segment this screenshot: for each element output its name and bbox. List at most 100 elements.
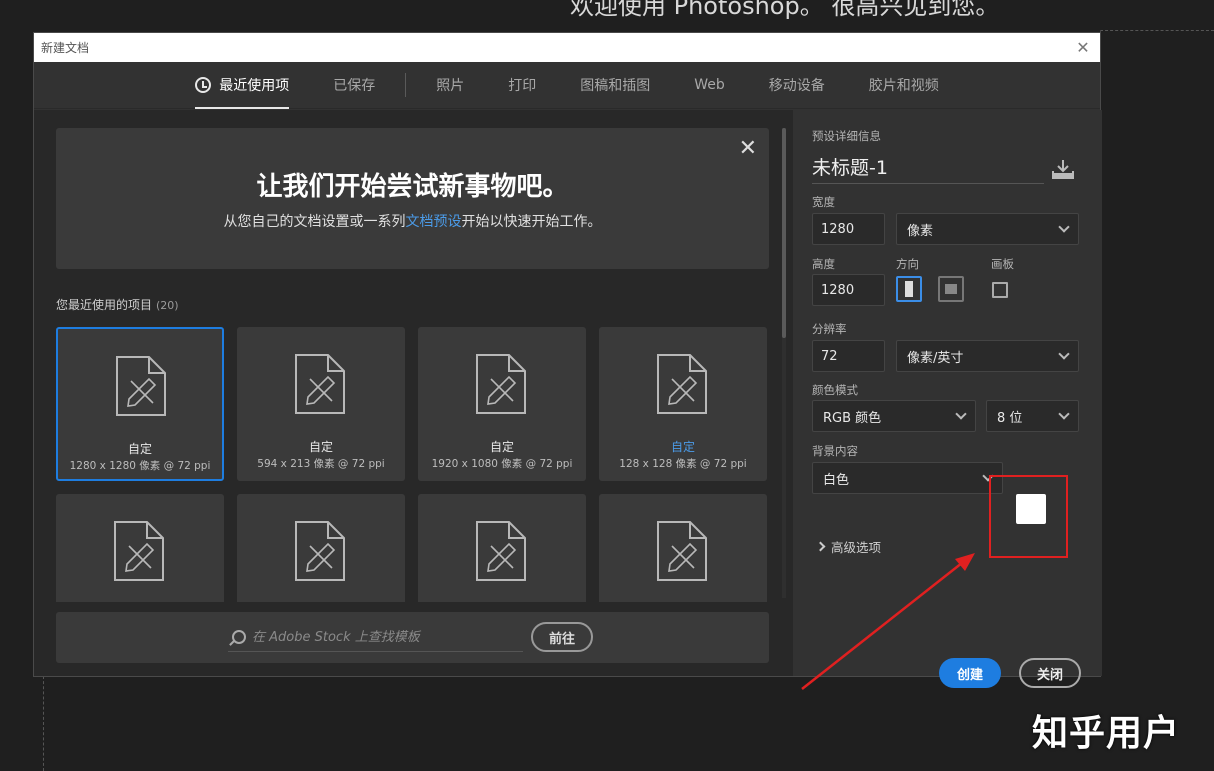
- welcome-text-after: 开始以快速开始工作。: [461, 214, 602, 230]
- tab-print[interactable]: 打印: [486, 62, 558, 109]
- welcome-title: 让我们开始尝试新事物吧。: [256, 172, 569, 202]
- advanced-options-label: 高级选项: [831, 540, 882, 555]
- orientation-label: 方向: [896, 257, 919, 271]
- recent-item[interactable]: 自定 128 x 128 像素 @ 72 ppi: [599, 327, 767, 481]
- recent-label-text: 您最近使用的项目: [56, 298, 153, 312]
- recent-item[interactable]: [56, 494, 224, 602]
- preset-tabs: 最近使用项 已保存 照片 打印 图稿和插图 Web 移动设备 胶片和视频: [34, 62, 1100, 109]
- item-info: 128 x 128 像素 @ 72 ppi: [619, 458, 747, 470]
- tab-art-illustration[interactable]: 图稿和插图: [558, 62, 672, 109]
- resolution-input[interactable]: 72: [812, 340, 885, 372]
- canvas-edge-top: [1100, 30, 1214, 31]
- close-button[interactable]: 关闭: [1019, 658, 1081, 688]
- watermark: 知乎用户: [1031, 713, 1180, 754]
- document-icon: [295, 354, 345, 414]
- recent-item[interactable]: 自定 594 x 213 像素 @ 72 ppi: [237, 327, 405, 481]
- portrait-icon: [905, 281, 913, 297]
- annotation-highlight-box: [989, 475, 1068, 558]
- landscape-orientation-button[interactable]: [938, 276, 964, 302]
- preset-details-panel: 预设详细信息 未标题-1 宽度 1280 像素 高度 1280 方向 画板 分辨…: [793, 110, 1102, 688]
- recent-item[interactable]: 自定 1920 x 1080 像素 @ 72 ppi: [418, 327, 586, 481]
- document-icon: [657, 521, 707, 581]
- bit-depth-select[interactable]: 8 位: [986, 400, 1079, 432]
- recent-items-label: 您最近使用的项目 (20): [56, 296, 179, 313]
- dialog-title: 新建文档: [41, 41, 90, 55]
- artboard-checkbox[interactable]: [992, 282, 1008, 298]
- item-name: 自定: [127, 442, 152, 456]
- resolution-unit-value: 像素/英寸: [907, 350, 964, 366]
- chevron-right-icon: [815, 541, 826, 552]
- background-contents-label: 背景内容: [812, 444, 858, 458]
- recent-item[interactable]: [418, 494, 586, 602]
- document-icon: [295, 521, 345, 581]
- tab-photo[interactable]: 照片: [414, 62, 486, 109]
- background-contents-value: 白色: [823, 472, 850, 488]
- width-unit-value: 像素: [907, 223, 934, 239]
- document-icon: [476, 521, 526, 581]
- artboard-label: 画板: [991, 257, 1014, 271]
- recent-item[interactable]: 自定 1280 x 1280 像素 @ 72 ppi: [56, 327, 224, 481]
- width-unit-select[interactable]: 像素: [896, 213, 1079, 245]
- recent-items-grid: 自定 1280 x 1280 像素 @ 72 ppi 自定 594 x 213 …: [56, 327, 768, 602]
- save-preset-icon[interactable]: [1051, 158, 1075, 180]
- tab-label: 最近使用项: [219, 78, 290, 94]
- tab-label: 胶片和视频: [868, 78, 939, 94]
- tab-film-video[interactable]: 胶片和视频: [847, 62, 961, 109]
- document-icon: [657, 354, 707, 414]
- tab-label: Web: [694, 77, 725, 93]
- height-label: 高度: [812, 257, 835, 271]
- tab-label: 已保存: [333, 78, 376, 94]
- presets-panel: ✕ 让我们开始尝试新事物吧。 从您自己的文档设置或一系列文档预设开始以快速开始工…: [34, 110, 793, 676]
- tab-web[interactable]: Web: [672, 62, 747, 109]
- document-icon: [114, 521, 164, 581]
- create-button[interactable]: 创建: [939, 658, 1001, 688]
- chevron-down-icon: [1058, 221, 1070, 233]
- item-name: 自定: [308, 440, 333, 454]
- chevron-down-icon: [1058, 408, 1070, 420]
- welcome-text-before: 从您自己的文档设置或一系列: [223, 214, 406, 230]
- scrollbar-thumb[interactable]: [782, 128, 786, 338]
- welcome-banner: ✕ 让我们开始尝试新事物吧。 从您自己的文档设置或一系列文档预设开始以快速开始工…: [56, 128, 769, 269]
- tab-recent[interactable]: 最近使用项: [173, 62, 311, 109]
- recent-count: (20): [156, 299, 179, 312]
- tab-label: 照片: [436, 78, 465, 94]
- tab-divider: [405, 73, 407, 97]
- portrait-orientation-button[interactable]: [896, 276, 922, 302]
- background-contents-select[interactable]: 白色: [812, 462, 1003, 494]
- welcome-text: 从您自己的文档设置或一系列文档预设开始以快速开始工作。: [56, 211, 769, 231]
- welcome-close-icon[interactable]: ✕: [739, 136, 757, 161]
- color-mode-label: 颜色模式: [812, 383, 858, 397]
- recent-item[interactable]: [237, 494, 405, 602]
- new-document-dialog: 新建文档 ✕ 最近使用项 已保存 照片 打印 图稿和插图 Web 移动设备 胶片…: [33, 32, 1102, 688]
- stock-search: [228, 624, 523, 652]
- stock-search-input[interactable]: [252, 630, 512, 645]
- resolution-unit-select[interactable]: 像素/英寸: [896, 340, 1079, 372]
- advanced-options-toggle[interactable]: 高级选项: [815, 537, 882, 556]
- dialog-close-icon[interactable]: ✕: [1073, 38, 1093, 57]
- search-icon: [228, 629, 246, 647]
- height-input[interactable]: 1280: [812, 274, 885, 306]
- width-input[interactable]: 1280: [812, 213, 885, 245]
- background-heading: 欢迎使用 Photoshop。 很高兴见到您。: [570, 0, 1000, 20]
- tab-label: 打印: [508, 78, 537, 94]
- landscape-icon: [945, 284, 957, 294]
- tab-label: 移动设备: [768, 78, 825, 94]
- recent-item[interactable]: [599, 494, 767, 602]
- canvas-edge-guide: [43, 676, 44, 771]
- document-name-field[interactable]: 未标题-1: [812, 154, 1044, 184]
- bit-depth-value: 8 位: [997, 410, 1023, 426]
- item-info: 1280 x 1280 像素 @ 72 ppi: [69, 460, 211, 472]
- go-button[interactable]: 前往: [531, 622, 593, 652]
- item-info: 1920 x 1080 像素 @ 72 ppi: [431, 458, 573, 470]
- chevron-down-icon: [955, 408, 967, 420]
- document-presets-link[interactable]: 文档预设: [406, 214, 462, 230]
- tab-mobile[interactable]: 移动设备: [747, 62, 847, 109]
- clock-icon: [195, 77, 212, 93]
- dialog-titlebar: 新建文档 ✕: [34, 33, 1100, 62]
- chevron-down-icon: [1058, 348, 1070, 360]
- tab-saved[interactable]: 已保存: [311, 62, 397, 109]
- document-icon: [476, 354, 526, 414]
- item-name: 自定: [670, 440, 695, 454]
- color-mode-select[interactable]: RGB 颜色: [812, 400, 976, 432]
- item-name: 自定: [489, 440, 514, 454]
